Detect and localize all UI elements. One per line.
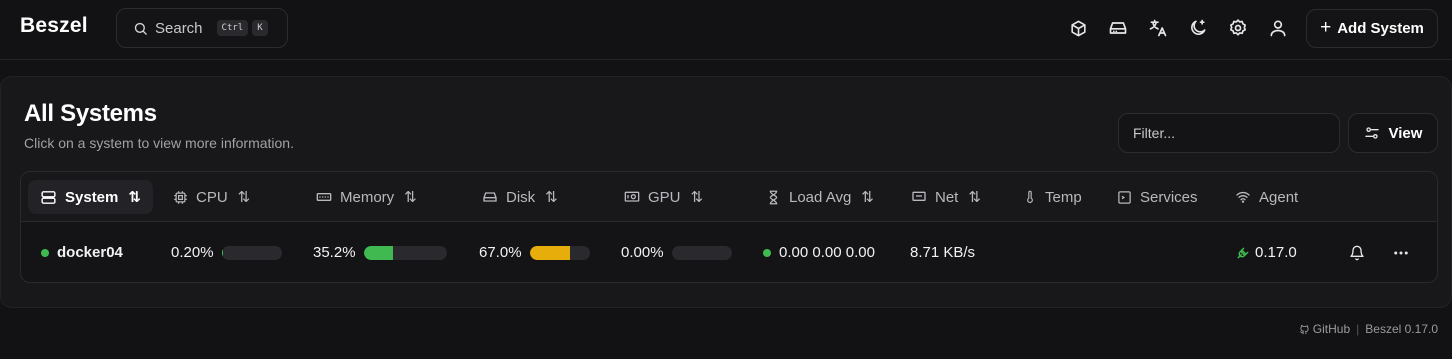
sliders-icon <box>1364 127 1379 139</box>
github-icon <box>1299 324 1309 334</box>
shortcut-k: K <box>252 20 268 36</box>
system-name: docker04 <box>57 244 123 261</box>
shortcut-ctrl: Ctrl <box>216 20 249 36</box>
plus-icon: + <box>1320 16 1332 38</box>
drive-icon[interactable] <box>1108 18 1128 38</box>
search-label: Search <box>155 19 203 37</box>
add-system-label: Add System <box>1337 20 1424 37</box>
column-temp-label: Temp <box>1045 188 1082 206</box>
memory-value: 35.2% <box>313 244 356 261</box>
gpu-bar <box>671 245 732 260</box>
column-gpu[interactable]: GPU ⇅ <box>624 172 703 222</box>
disk-bar <box>529 245 590 260</box>
agent-plug-icon <box>1237 247 1249 258</box>
memory-icon <box>316 193 332 201</box>
footer-divider: | <box>1356 322 1360 336</box>
column-temp[interactable]: Temp <box>1023 172 1082 222</box>
load-avg-value: 0.00 0.00 0.00 <box>779 244 875 261</box>
agent-version: 0.17.0 <box>1255 244 1297 261</box>
cpu-icon <box>174 190 187 204</box>
sort-icon: ⇅ <box>968 189 981 206</box>
bell-icon <box>1350 245 1364 260</box>
cpu-cell: 0.20% <box>171 222 282 282</box>
table-row[interactable]: docker04 0.20% 35.2% 67.0% 0.00% 0.00 0.… <box>21 222 1437 282</box>
column-disk-label: Disk <box>506 188 536 206</box>
theme-toggle-icon[interactable] <box>1188 18 1208 38</box>
memory-cell: 35.2% <box>313 222 447 282</box>
more-horizontal-icon <box>1394 251 1408 254</box>
version-text: Beszel 0.17.0 <box>1365 322 1438 336</box>
thermometer-icon <box>1027 190 1033 204</box>
top-bar: Beszel Search Ctrl K + Add System <box>0 0 1452 60</box>
column-net-label: Net <box>935 188 959 206</box>
more-options-button[interactable] <box>1392 222 1410 282</box>
column-load-avg[interactable]: Load Avg ⇅ <box>766 172 874 222</box>
gpu-cell: 0.00% <box>621 222 732 282</box>
load-status-dot <box>763 248 771 257</box>
column-system-label: System <box>65 188 119 206</box>
net-value: 8.71 KB/s <box>910 244 976 261</box>
view-label: View <box>1388 124 1423 142</box>
footer: GitHub | Beszel 0.17.0 <box>1299 322 1438 336</box>
systems-table: System ⇅ CPU ⇅ Memory ⇅ Disk ⇅ GPU ⇅ Loa… <box>20 171 1438 283</box>
box-icon[interactable] <box>1068 18 1088 38</box>
sort-icon: ⇅ <box>545 189 558 206</box>
status-dot <box>41 248 49 257</box>
memory-bar <box>363 245 447 260</box>
column-gpu-label: GPU <box>648 188 681 206</box>
sort-icon: ⇅ <box>128 189 141 206</box>
app-logo[interactable]: Beszel <box>20 14 88 38</box>
page-subtitle: Click on a system to view more informati… <box>24 135 294 151</box>
cpu-value: 0.20% <box>171 244 214 261</box>
network-icon <box>912 191 926 201</box>
disk-value: 67.0% <box>479 244 522 261</box>
table-header: System ⇅ CPU ⇅ Memory ⇅ Disk ⇅ GPU ⇅ Loa… <box>21 172 1437 222</box>
column-cpu[interactable]: CPU ⇅ <box>173 172 250 222</box>
column-memory-label: Memory <box>340 188 395 206</box>
filter-input[interactable] <box>1118 113 1340 153</box>
column-services[interactable]: Services <box>1117 172 1198 222</box>
memory-bar-fill <box>363 245 393 260</box>
column-system[interactable]: System ⇅ <box>28 180 153 214</box>
sort-icon: ⇅ <box>404 189 417 206</box>
view-button[interactable]: View <box>1348 113 1438 153</box>
column-cpu-label: CPU <box>196 188 228 206</box>
sort-icon: ⇅ <box>237 189 251 206</box>
disk-cell: 67.0% <box>479 222 590 282</box>
github-link[interactable]: GitHub <box>1313 322 1350 336</box>
sort-icon: ⇅ <box>690 189 704 206</box>
column-agent-label: Agent <box>1259 188 1299 206</box>
wifi-icon <box>1236 191 1250 203</box>
disk-bar-fill <box>529 245 570 260</box>
settings-icon[interactable] <box>1228 18 1248 38</box>
column-net[interactable]: Net ⇅ <box>911 172 981 222</box>
column-memory[interactable]: Memory ⇅ <box>316 172 417 222</box>
column-services-label: Services <box>1140 188 1198 206</box>
search-button[interactable]: Search Ctrl K <box>116 8 288 48</box>
column-disk[interactable]: Disk ⇅ <box>482 172 558 222</box>
hourglass-icon <box>769 190 778 204</box>
system-cell[interactable]: docker04 <box>41 222 123 282</box>
disk-icon <box>483 192 497 202</box>
gpu-icon <box>624 191 640 202</box>
alerts-bell-button[interactable] <box>1349 222 1365 282</box>
net-cell: 8.71 KB/s <box>910 222 976 282</box>
sort-icon: ⇅ <box>861 189 874 206</box>
server-icon <box>41 190 56 204</box>
load-avg-cell: 0.00 0.00 0.00 <box>763 222 875 282</box>
cpu-bar <box>221 245 282 260</box>
user-icon[interactable] <box>1268 18 1288 38</box>
column-load-avg-label: Load Avg <box>789 188 852 206</box>
column-agent[interactable]: Agent <box>1235 172 1298 222</box>
agent-cell: 0.17.0 <box>1236 222 1297 282</box>
add-system-button[interactable]: + Add System <box>1306 9 1438 48</box>
page-title: All Systems <box>24 100 157 127</box>
search-icon <box>134 22 147 35</box>
gpu-value: 0.00% <box>621 244 664 261</box>
terminal-icon <box>1118 190 1131 204</box>
translate-icon[interactable] <box>1148 18 1168 38</box>
